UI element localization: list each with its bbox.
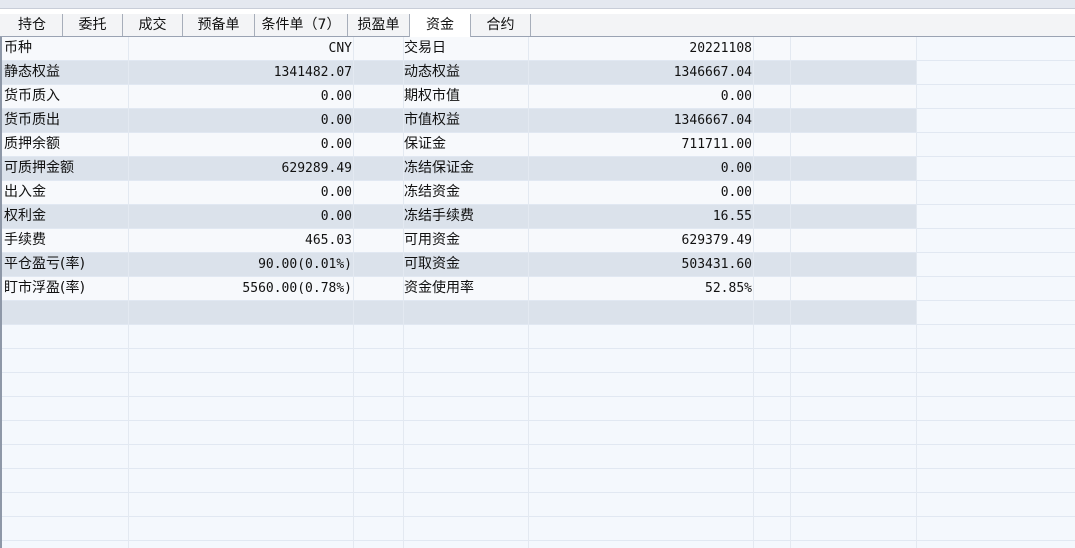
column-divider: [128, 37, 129, 548]
row-value-left: 0.00: [320, 113, 352, 128]
table-row[interactable]: 出入金 0.00 冻结资金 0.00: [0, 181, 1075, 205]
row-label-right: 冻结手续费: [404, 208, 474, 224]
row-value-right: 20221108: [689, 41, 752, 56]
row-value-right: 0.00: [720, 89, 752, 104]
row-value-left: 0.00: [320, 209, 352, 224]
row-label-left: 可质押金额: [4, 160, 74, 176]
row-label-left: 盯市浮盈(率): [4, 280, 85, 296]
table-row-empty: [0, 517, 1075, 541]
row-label-right: 资金使用率: [404, 280, 474, 296]
tab-trades[interactable]: 成交: [123, 14, 183, 36]
row-label-right: 冻结保证金: [404, 160, 474, 176]
tab-stop-profit-orders[interactable]: 损盈单: [348, 14, 410, 36]
row-value-right: 629379.49: [681, 233, 752, 248]
row-label-left: 手续费: [4, 232, 46, 248]
table-row-empty: [0, 325, 1075, 349]
tab-prepared-orders[interactable]: 预备单: [183, 14, 255, 36]
column-divider: [353, 37, 354, 548]
column-divider: [790, 37, 791, 548]
table-row[interactable]: 可质押金额 629289.49 冻结保证金 0.00: [0, 157, 1075, 181]
table-row-empty[interactable]: [0, 301, 1075, 325]
column-divider: [753, 37, 754, 548]
row-label-right: 交易日: [404, 40, 446, 56]
row-value-right: 0.00: [720, 161, 752, 176]
table-row[interactable]: 货币质出 0.00 市值权益 1346667.04: [0, 109, 1075, 133]
row-value-left: 465.03: [305, 233, 352, 248]
row-value-right: 1346667.04: [673, 113, 752, 128]
table-row-empty: [0, 469, 1075, 493]
row-value-right: 16.55: [712, 209, 752, 224]
row-value-left: 5560.00(0.78%): [242, 281, 352, 296]
row-value-left: 629289.49: [281, 161, 352, 176]
row-label-right: 期权市值: [404, 88, 460, 104]
table-row[interactable]: 手续费 465.03 可用资金 629379.49: [0, 229, 1075, 253]
row-label-left: 权利金: [4, 208, 46, 224]
row-value-left: 0.00: [320, 137, 352, 152]
row-value-left: 90.00(0.01%): [258, 257, 352, 272]
row-label-left: 币种: [4, 40, 32, 56]
row-value-right: 0.00: [720, 185, 752, 200]
column-divider: [528, 37, 529, 548]
table-row[interactable]: 质押余额 0.00 保证金 711711.00: [0, 133, 1075, 157]
row-value-left: 0.00: [320, 89, 352, 104]
row-label-right: 可用资金: [404, 232, 460, 248]
tab-bar: 持仓 委托 成交 预备单 条件单（7） 损盈单 资金 合约: [0, 14, 1075, 37]
table-row-empty: [0, 349, 1075, 373]
table-row[interactable]: 货币质入 0.00 期权市值 0.00: [0, 85, 1075, 109]
funds-grid: 币种 CNY 交易日 20221108 静态权益 1341482.07 动态权益…: [0, 37, 1075, 548]
row-label-left: 静态权益: [4, 64, 60, 80]
tab-positions[interactable]: 持仓: [2, 14, 63, 36]
row-label-left: 出入金: [4, 184, 46, 200]
tab-funds[interactable]: 资金: [409, 14, 471, 37]
table-row-empty: [0, 397, 1075, 421]
row-label-left: 货币质出: [4, 112, 60, 128]
column-divider: [403, 37, 404, 548]
row-value-left: 0.00: [320, 185, 352, 200]
row-value-right: 52.85%: [705, 281, 752, 296]
table-row[interactable]: 静态权益 1341482.07 动态权益 1346667.04: [0, 61, 1075, 85]
row-label-right: 市值权益: [404, 112, 460, 128]
table-row[interactable]: 权利金 0.00 冻结手续费 16.55: [0, 205, 1075, 229]
grid-left-border: [0, 37, 2, 548]
row-value-right: 503431.60: [681, 257, 752, 272]
table-row[interactable]: 平仓盈亏(率) 90.00(0.01%) 可取资金 503431.60: [0, 253, 1075, 277]
column-divider: [916, 37, 917, 548]
table-row[interactable]: 币种 CNY 交易日 20221108: [0, 37, 1075, 61]
table-row[interactable]: 盯市浮盈(率) 5560.00(0.78%) 资金使用率 52.85%: [0, 277, 1075, 301]
row-label-left: 货币质入: [4, 88, 60, 104]
table-row-empty: [0, 421, 1075, 445]
table-row-empty: [0, 493, 1075, 517]
top-strip: [0, 0, 1075, 9]
row-value-left: 1341482.07: [273, 65, 352, 80]
row-value-right: 711711.00: [681, 137, 752, 152]
row-value-right: 1346667.04: [673, 65, 752, 80]
row-value-left: CNY: [328, 41, 352, 56]
row-label-right: 可取资金: [404, 256, 460, 272]
table-row-empty: [0, 373, 1075, 397]
tab-contracts[interactable]: 合约: [471, 14, 531, 36]
row-label-right: 动态权益: [404, 64, 460, 80]
tab-orders[interactable]: 委托: [63, 14, 123, 36]
row-label-right: 保证金: [404, 136, 446, 152]
row-label-left: 平仓盈亏(率): [4, 256, 85, 272]
table-row-empty: [0, 445, 1075, 469]
tab-conditional-orders[interactable]: 条件单（7）: [255, 14, 348, 36]
row-label-right: 冻结资金: [404, 184, 460, 200]
row-label-left: 质押余额: [4, 136, 60, 152]
